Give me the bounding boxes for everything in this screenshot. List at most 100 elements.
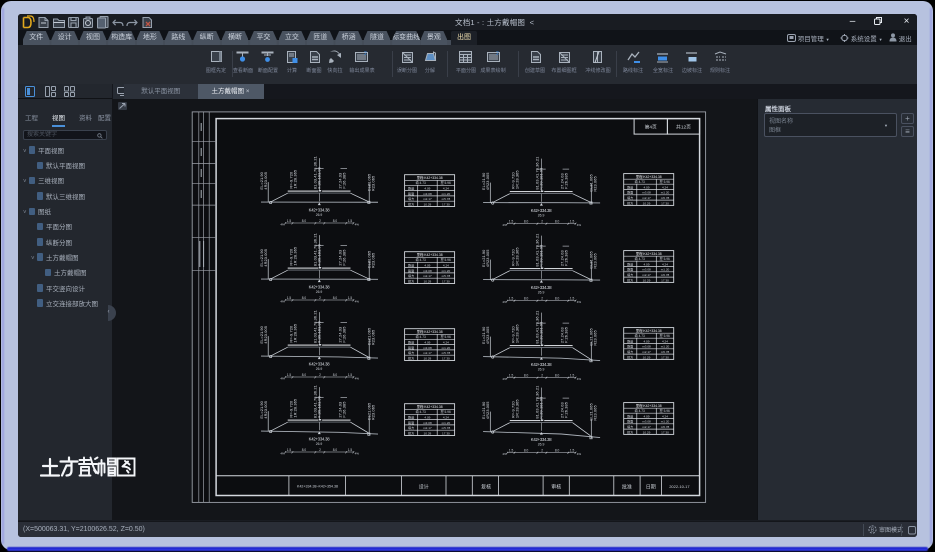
svg-text:R23.065: R23.065 <box>370 330 375 345</box>
svg-text:挖 5.96: 挖 5.96 <box>440 409 451 414</box>
svg-text:m5.78: m5.78 <box>660 273 669 277</box>
svg-text:4.09: 4.09 <box>643 262 649 266</box>
svg-text:2: 2 <box>541 373 543 377</box>
svg-text:路面: 路面 <box>408 191 414 196</box>
svg-text:2: 2 <box>541 448 543 452</box>
svg-text:K:39.181.99: K:39.181.99 <box>316 396 321 418</box>
svg-text:8.0: 8.0 <box>554 219 559 223</box>
svg-text:4.24: 4.24 <box>442 415 448 419</box>
svg-text:K:39.181.99: K:39.181.99 <box>316 321 321 343</box>
svg-text:17.30: 17.30 <box>442 431 450 435</box>
svg-text:填方: 填方 <box>408 273 414 278</box>
svg-text:1.5: 1.5 <box>347 373 352 377</box>
svg-text:m5.78: m5.78 <box>660 350 669 354</box>
svg-text:m1.20: m1.20 <box>660 191 669 195</box>
svg-text:填 4.73: 填 4.73 <box>634 179 645 184</box>
svg-text:1R:28.365: 1R:28.365 <box>292 399 297 418</box>
svg-text:1.5: 1.5 <box>286 219 291 223</box>
svg-text:1.5: 1.5 <box>569 373 574 377</box>
svg-text:里程:K42+334.38: 里程:K42+334.38 <box>635 328 661 333</box>
svg-text:m3.08: m3.08 <box>642 268 651 272</box>
svg-text:4%: 4% <box>576 300 581 304</box>
svg-text:10.29: 10.29 <box>423 202 431 206</box>
svg-text:4.09: 4.09 <box>424 186 430 190</box>
svg-text:26.9: 26.9 <box>537 213 544 217</box>
svg-text:1R:28.365: 1R:28.365 <box>514 247 519 266</box>
svg-text:挖方: 挖方 <box>627 429 633 434</box>
svg-text:2022-10-17: 2022-10-17 <box>669 484 690 489</box>
svg-text:2: 2 <box>319 296 321 300</box>
svg-text:挖方: 挖方 <box>627 277 633 282</box>
svg-text:4%: 4% <box>502 223 507 227</box>
svg-text:F:26.385: F:26.385 <box>563 402 568 418</box>
svg-text:K:39.181.99: K:39.181.99 <box>538 321 543 343</box>
svg-text:4.24: 4.24 <box>442 340 448 344</box>
svg-text:17.30: 17.30 <box>442 356 450 360</box>
svg-text:8.0: 8.0 <box>523 373 528 377</box>
svg-text:m3.08: m3.08 <box>423 269 432 273</box>
svg-text:26.9: 26.9 <box>315 290 322 294</box>
svg-text:m1.20: m1.20 <box>441 192 450 196</box>
svg-text:4%: 4% <box>502 377 507 381</box>
svg-text:10.29: 10.29 <box>642 201 650 205</box>
svg-text:4.24: 4.24 <box>442 263 448 267</box>
svg-text:里程:K42+334.38: 里程:K42+334.38 <box>416 252 442 257</box>
svg-text:m1.20: m1.20 <box>660 268 669 272</box>
svg-text:1.5: 1.5 <box>347 219 352 223</box>
svg-text:10.29: 10.29 <box>423 431 431 435</box>
svg-text:4R23.005: 4R23.005 <box>262 326 267 344</box>
svg-text:F:26.385: F:26.385 <box>341 249 346 265</box>
svg-text:挖方: 挖方 <box>408 430 414 435</box>
svg-text:m5.78: m5.78 <box>441 197 450 201</box>
svg-text:m2.17: m2.17 <box>642 273 651 277</box>
svg-text:4%: 4% <box>354 299 359 303</box>
svg-text:2: 2 <box>496 51 499 57</box>
svg-text:26.9: 26.9 <box>537 442 544 446</box>
svg-text:挖方: 挖方 <box>627 200 633 205</box>
svg-text:8.0: 8.0 <box>301 448 306 452</box>
svg-text:m2.17: m2.17 <box>642 350 651 354</box>
svg-text:1.5: 1.5 <box>347 448 352 452</box>
svg-text:10.29: 10.29 <box>423 356 431 360</box>
svg-text:4%: 4% <box>502 452 507 456</box>
svg-text:K:39.181.99: K:39.181.99 <box>538 167 543 189</box>
svg-text:17.30: 17.30 <box>442 202 450 206</box>
svg-text:里程:K42+334.38: 里程:K42+334.38 <box>635 251 661 256</box>
svg-text:8.0: 8.0 <box>523 219 528 223</box>
svg-text:里程:K42+334.38: 里程:K42+334.38 <box>635 174 661 179</box>
svg-text:4.09: 4.09 <box>643 185 649 189</box>
svg-text:挖 5.96: 挖 5.96 <box>659 333 670 338</box>
svg-text:填 4.73: 填 4.73 <box>634 256 645 261</box>
svg-text:填 4.73: 填 4.73 <box>415 257 426 262</box>
svg-text:路面: 路面 <box>408 268 414 273</box>
svg-text:K42+334.38~K42+354.38: K42+334.38~K42+354.38 <box>297 484 338 488</box>
svg-text:2: 2 <box>319 448 321 452</box>
svg-text:填方: 填方 <box>408 196 414 201</box>
svg-text:4%: 4% <box>280 451 285 455</box>
svg-text:10.29: 10.29 <box>642 430 650 434</box>
svg-text:K:39.181.99: K:39.181.99 <box>316 167 321 189</box>
svg-text:挖方: 挖方 <box>408 278 414 283</box>
svg-text:m5.78: m5.78 <box>660 425 669 429</box>
svg-text:4%: 4% <box>502 300 507 304</box>
svg-text:m3.08: m3.08 <box>423 346 432 350</box>
svg-text:m2.17: m2.17 <box>642 196 651 200</box>
svg-text:R23.065: R23.065 <box>592 176 597 191</box>
svg-text:填方: 填方 <box>627 195 633 200</box>
svg-text:路面: 路面 <box>408 420 414 425</box>
svg-text:路基: 路基 <box>408 339 414 344</box>
svg-text:8.0: 8.0 <box>554 296 559 300</box>
svg-text:4%: 4% <box>354 451 359 455</box>
svg-text:R23.065: R23.065 <box>370 253 375 268</box>
svg-text:10.29: 10.29 <box>642 355 650 359</box>
svg-text:1R:28.365: 1R:28.365 <box>292 324 297 343</box>
svg-text:1.5: 1.5 <box>508 219 513 223</box>
svg-text:路基: 路基 <box>408 262 414 267</box>
svg-text:1R:28.365: 1R:28.365 <box>514 399 519 418</box>
svg-text:4.09: 4.09 <box>643 414 649 418</box>
svg-text:F:26.385: F:26.385 <box>563 250 568 266</box>
svg-text:26.9: 26.9 <box>315 367 322 371</box>
svg-text:填方: 填方 <box>408 350 414 355</box>
svg-text:m3.08: m3.08 <box>423 421 432 425</box>
svg-text:2: 2 <box>364 51 367 57</box>
